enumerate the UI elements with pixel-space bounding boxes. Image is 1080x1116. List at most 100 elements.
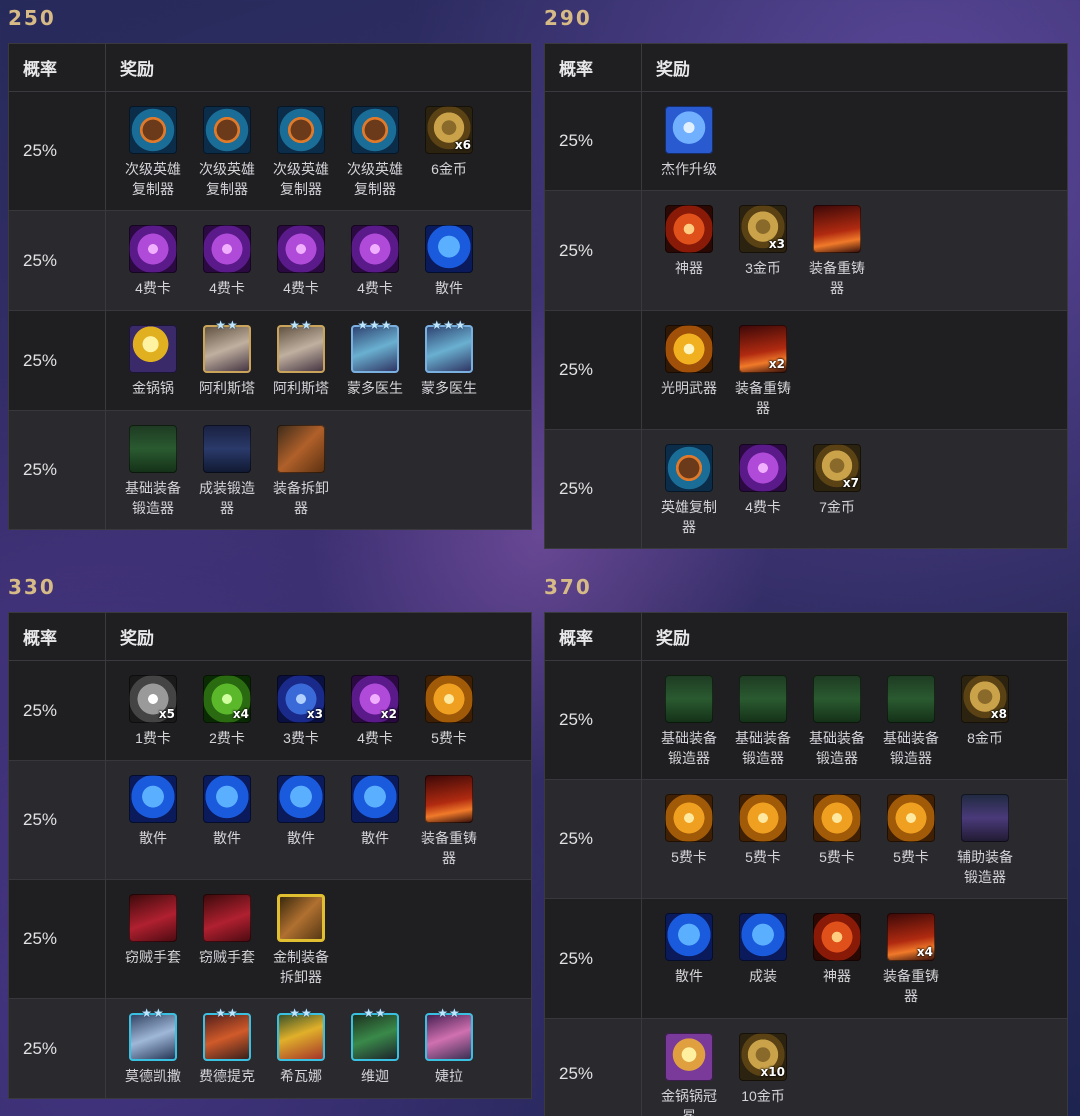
reward-item[interactable]: 辅助装备锻造器: [948, 794, 1022, 898]
reward-label: 5费卡: [671, 849, 707, 865]
reward-item[interactable]: 光明武器: [652, 325, 726, 429]
reward-item[interactable]: 装备重铸器: [412, 775, 486, 879]
reward-item[interactable]: x7 7金币: [800, 444, 874, 548]
reward-item[interactable]: ★★★ 蒙多医生: [412, 318, 486, 410]
champion-alistar-icon: ★★: [277, 318, 325, 373]
artifact-icon: [665, 205, 713, 253]
reward-item[interactable]: 金锅锅冠冕: [652, 1033, 726, 1116]
reward-item[interactable]: 基础装备锻造器: [652, 675, 726, 779]
reward-item[interactable]: x10 10金币: [726, 1033, 800, 1116]
reward-item[interactable]: x2 装备重铸器: [726, 325, 800, 429]
reward-item[interactable]: ★★ 阿利斯塔: [190, 318, 264, 410]
reward-label: 费德提克: [199, 1068, 255, 1084]
reward-item[interactable]: 4费卡: [338, 225, 412, 310]
component-question-icon: [665, 913, 713, 961]
section-title: 290: [544, 6, 592, 30]
reward-item[interactable]: x5 1费卡: [116, 675, 190, 760]
four-cost-card-icon: [277, 225, 325, 273]
reward-item[interactable]: 5费卡: [874, 794, 948, 898]
reward-label: 神器: [823, 968, 851, 984]
reward-item[interactable]: 次级英雄复制器: [338, 106, 412, 210]
rate-cell: 25%: [545, 899, 642, 1018]
reward-column-header: 奖励: [120, 60, 154, 79]
rate-cell: 25%: [9, 761, 106, 879]
reward-item[interactable]: x4 2费卡: [190, 675, 264, 760]
reward-item[interactable]: 金锅锅: [116, 325, 190, 410]
reward-item[interactable]: 英雄复制器: [652, 444, 726, 548]
five-cost-card-icon: [425, 675, 473, 723]
reward-item[interactable]: 装备重铸器: [800, 205, 874, 310]
reward-item[interactable]: x2 4费卡: [338, 675, 412, 760]
reward-label: 4费卡: [745, 499, 781, 515]
reward-item[interactable]: 散件: [116, 775, 190, 879]
quantity-badge: x8: [990, 707, 1007, 721]
reward-item[interactable]: 5费卡: [412, 675, 486, 760]
quantity-badge: x4: [232, 707, 249, 721]
reward-item[interactable]: 5费卡: [800, 794, 874, 898]
gold-coin-icon: x3: [739, 205, 787, 253]
reward-item[interactable]: 4费卡: [190, 225, 264, 310]
reward-label: 3费卡: [283, 730, 319, 746]
reward-item[interactable]: 基础装备锻造器: [116, 425, 190, 529]
reward-item[interactable]: 散件: [652, 913, 726, 1018]
reward-item[interactable]: ★★ 莫德凯撒: [116, 1006, 190, 1098]
reward-item[interactable]: ★★ 婕拉: [412, 1006, 486, 1098]
reward-item[interactable]: 窃贼手套: [116, 894, 190, 998]
champion-duplicator-icon: [129, 106, 177, 154]
reward-table: 概率 奖励 25% 杰作升级 25% 神器 x3 3金币 装备重铸器 25% 光明武器 x2 装备重铸器…: [544, 43, 1068, 549]
reward-item[interactable]: x3 3金币: [726, 205, 800, 310]
reward-item[interactable]: 基础装备锻造器: [800, 675, 874, 779]
reward-label: 希瓦娜: [280, 1068, 322, 1084]
reward-item[interactable]: 窃贼手套: [190, 894, 264, 998]
reward-item[interactable]: x3 3费卡: [264, 675, 338, 760]
reward-item[interactable]: 次级英雄复制器: [116, 106, 190, 210]
champion-duplicator-icon: [203, 106, 251, 154]
champion-fiddlesticks-icon: ★★: [203, 1006, 251, 1061]
reward-item[interactable]: 基础装备锻造器: [726, 675, 800, 779]
champion-duplicator-icon: [665, 444, 713, 492]
reward-item[interactable]: 4费卡: [726, 444, 800, 548]
reward-item[interactable]: x6 6金币: [412, 106, 486, 210]
rate-cell: 25%: [9, 661, 106, 760]
reward-item[interactable]: 神器: [652, 205, 726, 310]
reward-item[interactable]: 4费卡: [116, 225, 190, 310]
reward-item[interactable]: ★★ 阿利斯塔: [264, 318, 338, 410]
reward-item[interactable]: 杰作升级: [652, 106, 726, 190]
reward-item[interactable]: ★★ 维迦: [338, 1006, 412, 1098]
table-header: 概率 奖励: [9, 44, 531, 92]
reward-label: 4费卡: [357, 280, 393, 296]
reward-item[interactable]: 金制装备拆卸器: [264, 894, 338, 998]
two-cost-card-icon: x4: [203, 675, 251, 723]
reward-item[interactable]: 次级英雄复制器: [190, 106, 264, 210]
gold-coin-icon: x7: [813, 444, 861, 492]
reward-item[interactable]: 成装锻造器: [190, 425, 264, 529]
reward-item[interactable]: 4费卡: [264, 225, 338, 310]
reward-item[interactable]: 次级英雄复制器: [264, 106, 338, 210]
reward-item[interactable]: 装备拆卸器: [264, 425, 338, 529]
reward-item[interactable]: 5费卡: [652, 794, 726, 898]
reward-item[interactable]: 散件: [412, 225, 486, 310]
reward-label: 8金币: [967, 730, 1003, 746]
reward-item[interactable]: ★★ 希瓦娜: [264, 1006, 338, 1098]
reward-label: 神器: [675, 260, 703, 276]
reward-item[interactable]: ★★★ 蒙多医生: [338, 318, 412, 410]
reward-item[interactable]: 5费卡: [726, 794, 800, 898]
four-cost-card-icon: [351, 225, 399, 273]
reward-item[interactable]: 散件: [264, 775, 338, 879]
table-row: 25% 金锅锅冠冕 x10 10金币: [545, 1019, 1067, 1116]
reward-label: 装备重铸器: [809, 260, 865, 296]
reward-item[interactable]: 散件: [190, 775, 264, 879]
reward-item[interactable]: x4 装备重铸器: [874, 913, 948, 1018]
reward-list: 金锅锅冠冕 x10 10金币: [642, 1019, 800, 1116]
reward-label: 成装: [749, 968, 777, 984]
reward-item[interactable]: 基础装备锻造器: [874, 675, 948, 779]
component-question-icon: [351, 775, 399, 823]
reward-item[interactable]: x8 8金币: [948, 675, 1022, 779]
thiefs-gloves-icon: [129, 894, 177, 942]
reward-list: 散件 散件 散件 散件 装备重铸器: [106, 761, 486, 879]
reward-label: 4费卡: [135, 280, 171, 296]
reward-item[interactable]: ★★ 费德提克: [190, 1006, 264, 1098]
reward-item[interactable]: 成装: [726, 913, 800, 1018]
reward-item[interactable]: 神器: [800, 913, 874, 1018]
reward-item[interactable]: 散件: [338, 775, 412, 879]
